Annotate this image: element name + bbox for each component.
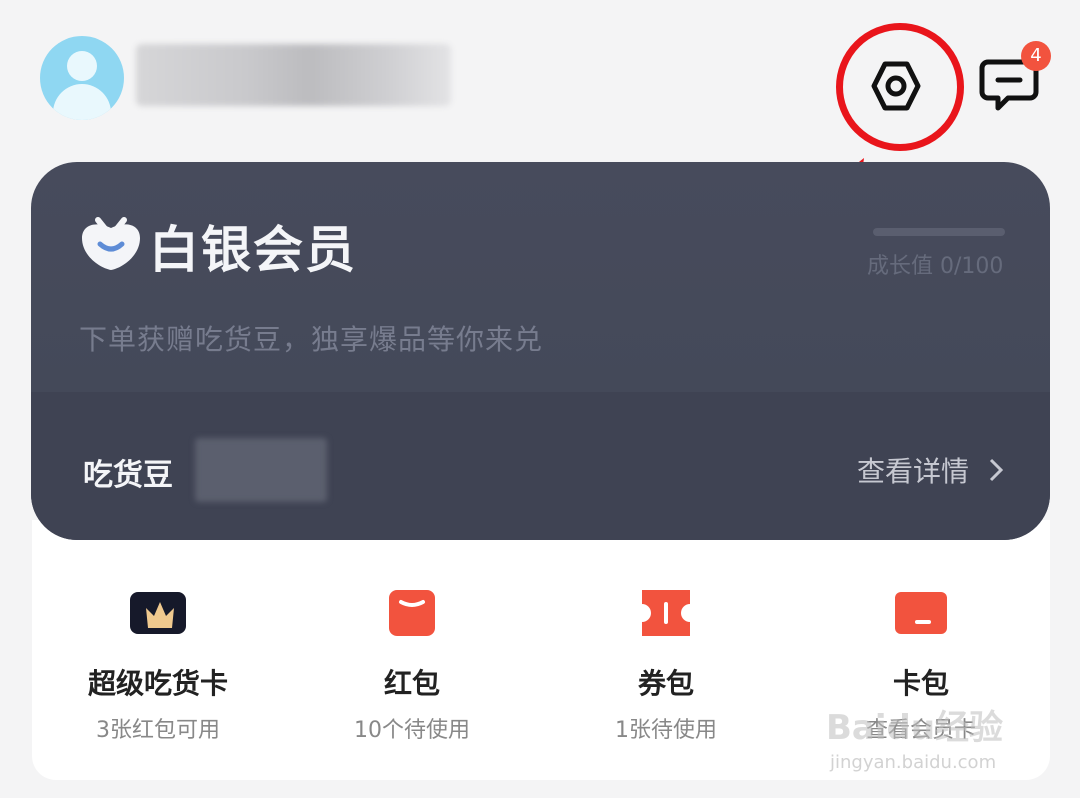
username-blurred[interactable] [136, 44, 451, 106]
beans-value-blurred [195, 438, 327, 502]
profile-header: 4 [0, 0, 1080, 151]
beans-label: 吃货豆 [83, 458, 173, 493]
menu-label: 超级吃货卡 [87, 667, 228, 700]
growth-progress-bar [873, 228, 1005, 236]
member-level-title: 白银会员 [149, 221, 357, 279]
member-badge-icon [82, 217, 140, 270]
avatar-head-shape [67, 51, 97, 81]
card-wallet-icon [893, 590, 949, 636]
crown-card-icon [130, 590, 186, 636]
menu-sub: 1张待使用 [615, 718, 717, 743]
menu-sub: 10个待使用 [354, 718, 470, 743]
coupon-icon [638, 590, 694, 636]
menu-label: 券包 [637, 667, 694, 700]
menu-label: 卡包 [892, 667, 949, 700]
highlight-circle-annotation [836, 23, 964, 151]
message-count-badge: 4 [1021, 41, 1051, 71]
member-description: 下单获赠吃货豆，独享爆品等你来兑 [79, 323, 544, 356]
baidu-watermark: Baidu经验 [826, 708, 1004, 748]
view-details-link[interactable]: 查看详情 [857, 450, 969, 490]
baidu-watermark-url: jingyan.baidu.com [830, 752, 997, 773]
menu-sub: 3张红包可用 [96, 718, 220, 743]
menu-label: 红包 [383, 667, 440, 700]
menu-item-super-card[interactable]: 超级吃货卡 3张红包可用 [48, 590, 268, 744]
avatar-body-shape [53, 84, 111, 120]
menu-item-coupon[interactable]: 券包 1张待使用 [556, 590, 776, 744]
menu-item-red-packet[interactable]: 红包 10个待使用 [302, 590, 522, 744]
avatar[interactable] [40, 36, 124, 120]
member-card[interactable]: 白银会员 成长值 0/100 下单获赠吃货豆，独享爆品等你来兑 吃货豆 查看详情 [31, 162, 1050, 540]
chevron-right-icon [989, 458, 1003, 482]
growth-value-label: 成长值 0/100 [867, 254, 1004, 279]
red-packet-icon [384, 590, 440, 636]
